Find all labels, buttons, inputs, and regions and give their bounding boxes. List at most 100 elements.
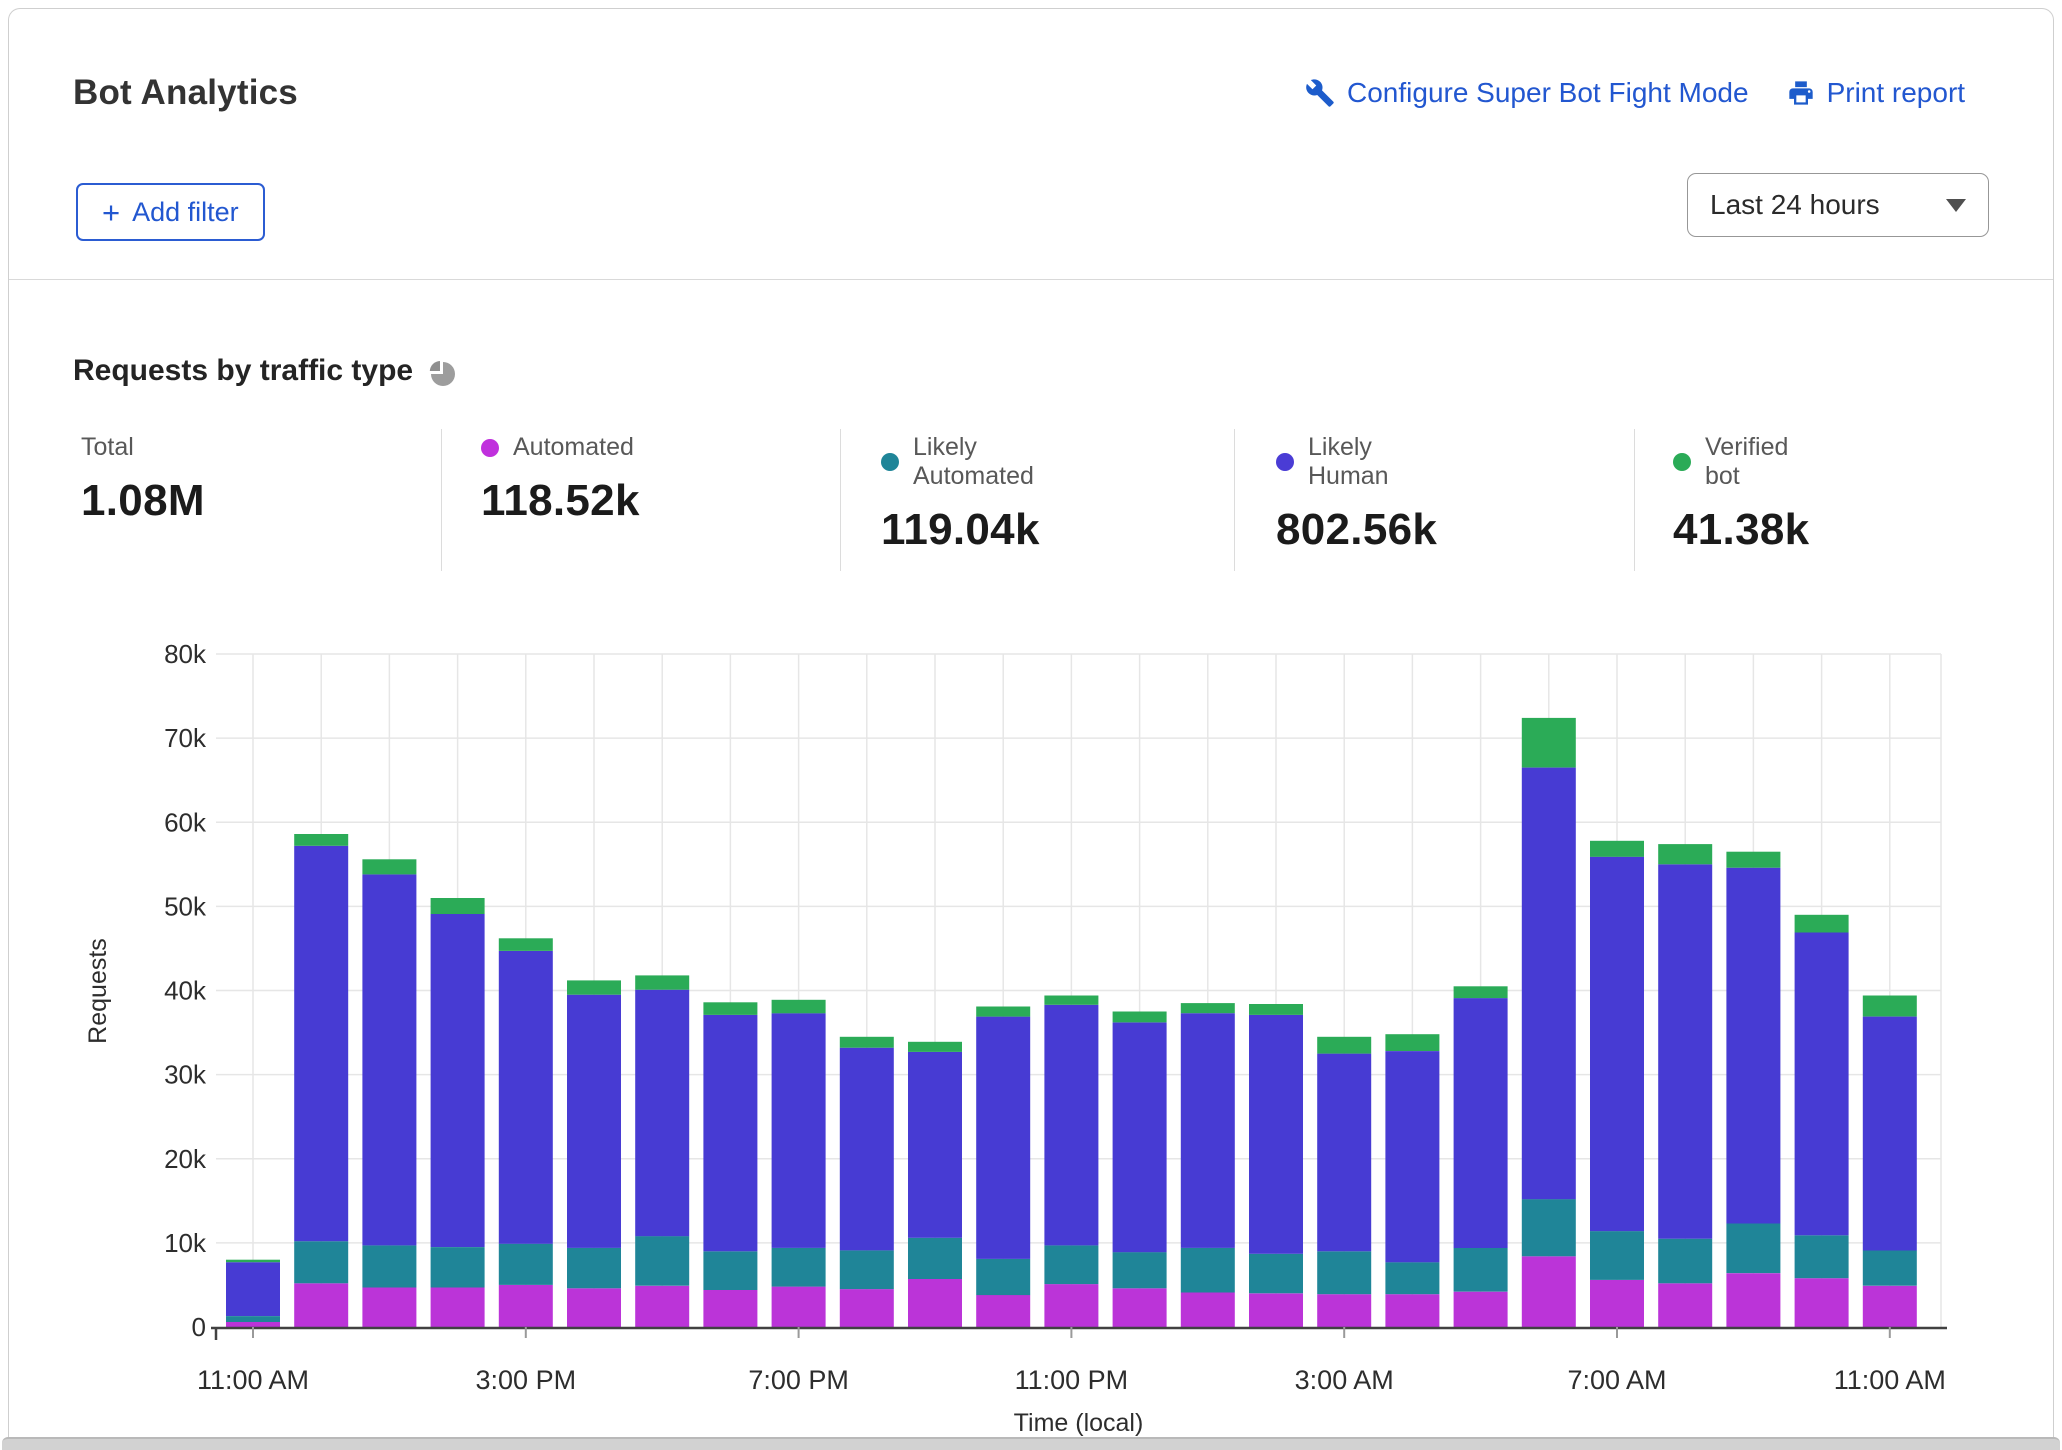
bar-5-00-PM[interactable]	[635, 975, 689, 1327]
plus-icon: +	[102, 197, 120, 228]
bar-2-00-PM[interactable]	[431, 898, 485, 1327]
stat-divider	[1634, 429, 1635, 571]
bar-1-00-AM[interactable]	[1181, 1003, 1235, 1327]
bar-segment-likely-human	[1454, 998, 1508, 1248]
bar-7-00-AM[interactable]	[1590, 841, 1644, 1327]
bar-segment-automated	[772, 1287, 826, 1327]
bar-segment-automated	[1113, 1288, 1167, 1327]
bar-2-00-AM[interactable]	[1249, 1004, 1303, 1327]
bar-5-00-AM[interactable]	[1454, 986, 1508, 1327]
bot-analytics-card: Bot Analytics Configure Super Bot Fight …	[8, 8, 2054, 1437]
bar-3-00-PM[interactable]	[499, 938, 553, 1327]
bar-12-00-PM[interactable]	[294, 834, 348, 1327]
bar-segment-likely-automated	[499, 1244, 553, 1285]
bar-segment-verified-bot	[840, 1037, 894, 1048]
bar-4-00-PM[interactable]	[567, 980, 621, 1327]
bar-11-00-AM[interactable]	[226, 1260, 280, 1327]
bar-segment-likely-automated	[1113, 1252, 1167, 1288]
bar-segment-likely-human	[1249, 1015, 1303, 1254]
add-filter-button[interactable]: + Add filter	[76, 183, 265, 241]
bar-segment-likely-automated	[1454, 1248, 1508, 1292]
bar-segment-verified-bot	[1317, 1037, 1371, 1054]
bar-segment-likely-automated	[908, 1238, 962, 1279]
time-range-select[interactable]: Last 24 hours	[1687, 173, 1989, 237]
bar-1-00-PM[interactable]	[362, 859, 416, 1327]
bar-segment-verified-bot	[1726, 852, 1780, 868]
stat-total[interactable]: Total 1.08M	[81, 433, 205, 526]
bar-7-00-PM[interactable]	[772, 1000, 826, 1327]
x-tick-label: 3:00 PM	[476, 1365, 577, 1395]
stat-value: 118.52k	[481, 476, 640, 526]
bar-segment-verified-bot	[1113, 1012, 1167, 1023]
bar-segment-likely-human	[1522, 768, 1576, 1200]
bar-segment-likely-automated	[635, 1236, 689, 1286]
bar-segment-automated	[635, 1286, 689, 1327]
bar-3-00-AM[interactable]	[1317, 1037, 1371, 1327]
bar-segment-verified-bot	[226, 1260, 280, 1263]
x-tick-label: 7:00 PM	[748, 1365, 849, 1395]
bar-segment-verified-bot	[567, 980, 621, 994]
stat-likely-human[interactable]: Likely Human 802.56k	[1276, 433, 1437, 555]
add-filter-label: Add filter	[132, 197, 239, 228]
y-tick-label: 40k	[164, 976, 207, 1006]
bar-segment-likely-automated	[1385, 1262, 1439, 1294]
stat-automated[interactable]: Automated 118.52k	[481, 433, 640, 526]
bar-8-00-PM[interactable]	[840, 1037, 894, 1327]
bar-segment-automated	[1385, 1294, 1439, 1327]
bar-segment-verified-bot	[431, 898, 485, 914]
y-axis-title: Requests	[84, 938, 112, 1044]
x-tick-label: 7:00 AM	[1567, 1365, 1666, 1395]
bar-segment-verified-bot	[362, 859, 416, 874]
bar-segment-automated	[1454, 1292, 1508, 1327]
bar-segment-likely-automated	[567, 1248, 621, 1288]
stat-verified-bot[interactable]: Verified bot 41.38k	[1673, 433, 1809, 555]
bar-segment-verified-bot	[635, 975, 689, 989]
bar-4-00-AM[interactable]	[1385, 1034, 1439, 1327]
stat-likely-automated[interactable]: Likely Automated 119.04k	[881, 433, 1040, 555]
bar-10-00-AM[interactable]	[1795, 915, 1849, 1327]
bar-segment-likely-automated	[1181, 1248, 1235, 1293]
bar-segment-automated	[1522, 1256, 1576, 1327]
bar-segment-automated	[1590, 1280, 1644, 1327]
bar-11-00-PM[interactable]	[1044, 996, 1098, 1328]
bar-11-00-AM[interactable]	[1863, 996, 1917, 1328]
bar-segment-likely-automated	[294, 1241, 348, 1283]
bar-9-00-PM[interactable]	[908, 1042, 962, 1327]
bar-segment-likely-human	[294, 846, 348, 1241]
bar-9-00-AM[interactable]	[1726, 852, 1780, 1327]
bar-segment-verified-bot	[1863, 996, 1917, 1017]
bar-10-00-PM[interactable]	[976, 1007, 1030, 1328]
configure-super-bot-fight-mode-link[interactable]: Configure Super Bot Fight Mode	[1305, 77, 1749, 109]
section-title: Requests by traffic type	[73, 354, 413, 388]
bar-segment-likely-human	[1113, 1023, 1167, 1253]
pie-chart-icon	[429, 360, 456, 387]
bar-segment-likely-human	[1044, 1005, 1098, 1246]
bar-segment-verified-bot	[703, 1002, 757, 1015]
bar-segment-verified-bot	[908, 1042, 962, 1052]
bar-6-00-PM[interactable]	[703, 1002, 757, 1327]
bar-segment-automated	[976, 1295, 1030, 1327]
bar-segment-verified-bot	[1249, 1004, 1303, 1015]
bar-segment-likely-human	[1317, 1054, 1371, 1252]
print-link-label: Print report	[1827, 77, 1966, 109]
bar-8-00-AM[interactable]	[1658, 844, 1712, 1327]
bar-6-00-AM[interactable]	[1522, 718, 1576, 1327]
bar-segment-automated	[703, 1290, 757, 1327]
bar-segment-likely-human	[1726, 868, 1780, 1224]
bar-segment-verified-bot	[499, 938, 553, 951]
bar-segment-verified-bot	[1044, 996, 1098, 1005]
stat-value: 802.56k	[1276, 505, 1437, 555]
bar-segment-verified-bot	[772, 1000, 826, 1014]
bar-segment-automated	[431, 1288, 485, 1328]
print-report-link[interactable]: Print report	[1787, 77, 1966, 109]
bar-segment-automated	[1726, 1273, 1780, 1327]
header-links: Configure Super Bot Fight Mode Print rep…	[1305, 77, 1965, 109]
bot-analytics-page: Bot Analytics Configure Super Bot Fight …	[0, 0, 2062, 1450]
page-title: Bot Analytics	[73, 73, 298, 113]
y-tick-label: 70k	[164, 723, 207, 753]
bar-segment-automated	[1181, 1293, 1235, 1328]
bar-12-00-AM[interactable]	[1113, 1012, 1167, 1328]
y-tick-label: 50k	[164, 891, 207, 921]
stat-value: 41.38k	[1673, 505, 1809, 555]
bar-segment-likely-automated	[1317, 1251, 1371, 1294]
